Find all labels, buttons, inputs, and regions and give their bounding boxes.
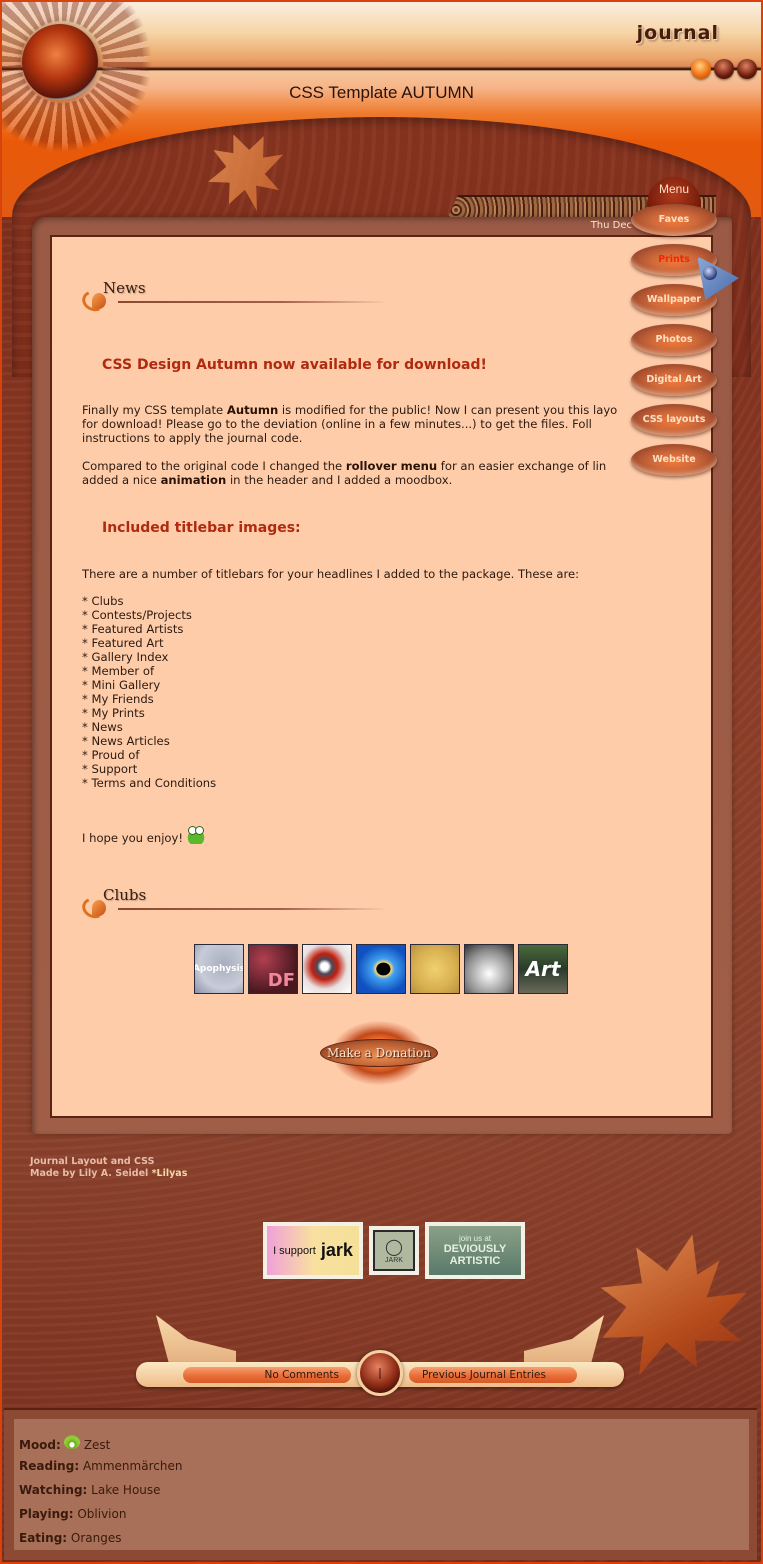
stamp-content: join us at DEVIOUSLY ARTISTIC [429,1226,521,1275]
club-icon-spheres[interactable] [302,944,352,994]
news-titlebar-label: News [103,279,146,297]
list-item: * Clubs [82,594,124,608]
dot-icon [691,59,711,79]
list-item: * News [82,720,123,734]
club-icon-apophysis[interactable]: Apophysis [194,944,244,994]
text: added a nice [82,473,161,487]
stamp-i-support-jark[interactable]: I support jark [263,1222,363,1279]
club-icon-art[interactable]: Art [518,944,568,994]
credits: Journal Layout and CSS Made by Lily A. S… [30,1156,187,1180]
list-intro: There are a number of titlebars for your… [82,567,580,581]
credit-line: Journal Layout and CSS [30,1156,155,1167]
mood-label: Mood: [19,1438,61,1452]
dot-icon [737,59,757,79]
text: Compared to the original code I changed … [82,459,346,473]
author-link[interactable]: *Lilyas [152,1168,188,1179]
titlebar-list: * Clubs * Contests/Projects * Featured A… [82,594,216,790]
playing-value: Oblivion [77,1507,127,1521]
paragraph-2: Compared to the original code I changed … [82,459,652,487]
list-item: * News Articles [82,734,170,748]
nav-orb: | [357,1350,403,1396]
alien-icon: ◯ [385,1239,403,1256]
list-item: * Member of [82,664,155,678]
mood-row: Mood: Zest [19,1435,110,1452]
frog-emoticon-icon [187,826,206,844]
header: JOURNAL [2,2,761,377]
text: instructions to apply the journal code. [82,431,303,445]
reading-label: Reading: [19,1459,80,1473]
menu-item-css-layouts[interactable]: CSS layouts [631,404,717,436]
eating-label: Eating: [19,1531,68,1545]
text: for download! Please go to the deviation… [82,417,592,431]
donation-button[interactable]: Make a Donation [318,1021,440,1085]
mood-value: Zest [83,1438,111,1452]
list-item: * Featured Artists [82,622,184,636]
clubs-titlebar-label: Clubs [103,886,147,904]
list-item: * My Friends [82,692,154,706]
animation-dots [691,59,757,79]
subheading: Included titlebar images: [102,520,301,536]
list-item: * Terms and Conditions [82,776,217,790]
news-titlebar: News [79,279,392,315]
playing-row: Playing: Oblivion [19,1507,126,1521]
eating-value: Oranges [70,1531,122,1545]
dot-icon [714,59,734,79]
stamps: I support jark ◯ JARK join us at DEVIOUSLY… [263,1222,525,1279]
stamp-deviously-artistic[interactable]: join us at DEVIOUSLY ARTISTIC [425,1222,525,1279]
club-icons: Apophysis DF Art [194,944,568,994]
credit-line: Made by Lily A. Seidel [30,1168,152,1179]
closing-line: I hope you enjoy! [82,826,652,845]
journal-logo: JOURNAL [636,22,719,44]
menu-item-faves[interactable]: Faves [631,204,717,236]
titlebar-divider [118,908,388,910]
text: for an easier exchange of lin [437,459,607,473]
menu-item-digital-art[interactable]: Digital Art [631,364,717,396]
cursor-ball [703,266,717,280]
paragraph-1: Finally my CSS template Autumn is modifi… [82,403,652,445]
list-item: * Contests/Projects [82,608,192,622]
text: Finally my CSS template [82,403,227,417]
entry-headline: CSS Design Autumn now available for down… [102,357,487,373]
club-icon-df[interactable]: DF [248,944,298,994]
stamp-text: JARK [385,1257,403,1264]
club-icon-mandelbrot[interactable] [356,944,406,994]
page-title: CSS Template AUTUMN [289,83,474,102]
text: in the header and I added a moodbox. [226,473,453,487]
watching-value: Lake House [91,1483,161,1497]
stamp-text: join us at [458,1234,492,1243]
list-item: * Proud of [82,748,140,762]
stamp-content: I support jark [267,1226,359,1275]
bold-text: animation [160,473,227,487]
bold-text: rollover menu [345,459,438,473]
list-item: * Support [82,762,138,776]
stamp-text: jark [320,1240,353,1260]
reading-row: Reading: Ammenmärchen [19,1459,182,1473]
stamp-jark[interactable]: ◯ JARK [369,1226,419,1275]
list-item: * Mini Gallery [82,678,161,692]
stamp-text: DEVIOUSLY ARTISTIC [443,1243,507,1267]
closing-text: I hope you enjoy! [82,831,184,845]
stamp-text: I support [273,1244,316,1257]
bold-text: Autumn [226,403,279,417]
zest-emoticon-icon [63,1435,80,1449]
club-icon-butterfly[interactable] [464,944,514,994]
watching-label: Watching: [19,1483,88,1497]
club-icon-sketch[interactable] [410,944,460,994]
watching-row: Watching: Lake House [19,1483,161,1497]
playing-label: Playing: [19,1507,74,1521]
previous-entries-link[interactable]: Previous Journal Entries [409,1367,577,1383]
menu-item-photos[interactable]: Photos [631,324,717,356]
clubs-titlebar: Clubs [79,886,392,922]
list-item: * My Prints [82,706,145,720]
text: is modified for the public! Now I can pr… [278,403,618,417]
titlebar-divider [118,301,388,303]
eating-row: Eating: Oranges [19,1531,122,1545]
reading-value: Ammenmärchen [82,1459,183,1473]
stamp-content: ◯ JARK [373,1230,415,1271]
menu-item-website[interactable]: Website [631,444,717,476]
list-item: * Gallery Index [82,650,169,664]
donation-label: Make a Donation [320,1039,438,1067]
no-comments-link[interactable]: No Comments [183,1367,351,1383]
list-item: * Featured Art [82,636,164,650]
